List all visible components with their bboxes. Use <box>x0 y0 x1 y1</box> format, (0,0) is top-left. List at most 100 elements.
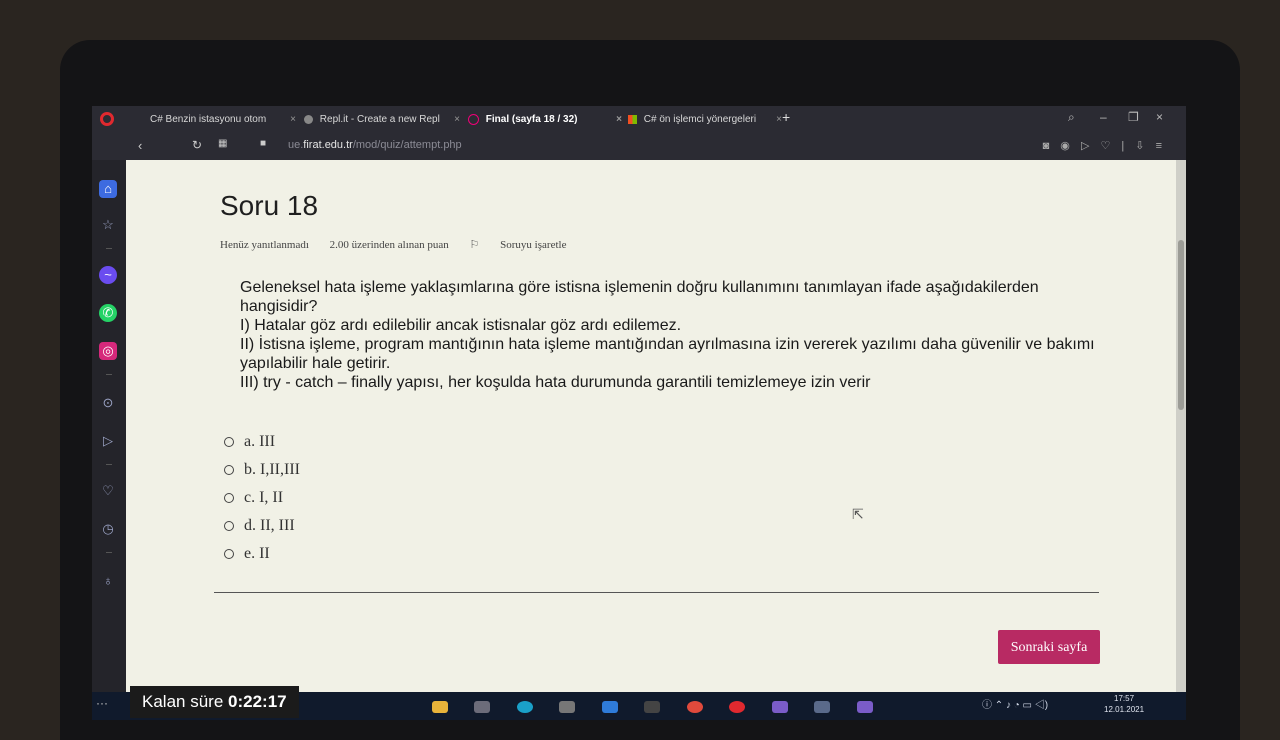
timer-value: 0:22:17 <box>228 692 287 711</box>
address-bar-icons[interactable]: ◙ ◉ ▷ ♡ | ⇩ ≡ <box>1043 139 1166 152</box>
app-icon[interactable] <box>644 701 661 713</box>
messenger-icon[interactable]: ~ <box>99 266 117 284</box>
answer-label: c. I, II <box>244 489 284 506</box>
quiz-page: Soru 18 Henüz yanıtlanmadı 2.00 üzerinde… <box>126 160 1186 692</box>
tab-bar: C# Benzin istasyonu otom × Repl.it - Cre… <box>92 106 1186 132</box>
system-tray[interactable]: ⓘ ⌃ ♪ ◔ ▭ ◁) <box>982 696 1048 711</box>
lock-icon: ■ <box>260 138 267 149</box>
url-path: /mod/quiz/attempt.php <box>352 139 462 151</box>
speed-dial-icon[interactable]: ▦ <box>218 138 227 149</box>
tab-replit[interactable]: Repl.it - Create a new Repl × <box>296 110 464 130</box>
app-icon[interactable] <box>474 701 491 713</box>
visual-studio-icon[interactable] <box>771 701 788 713</box>
store-icon[interactable] <box>559 701 576 713</box>
question-stem: Geleneksel hata işleme yaklaşımlarına gö… <box>240 279 1039 315</box>
radio-button[interactable] <box>224 493 234 503</box>
sidebar-divider <box>106 552 112 553</box>
next-page-button[interactable]: Sonraki sayfa <box>998 630 1100 664</box>
home-icon[interactable]: ⌂ <box>99 180 117 198</box>
bookmarks-icon[interactable]: ☆ <box>99 216 117 234</box>
network-icon[interactable]: ◔ <box>1014 700 1020 711</box>
lightbulb-icon[interactable]: ♁ <box>99 572 117 590</box>
url-prefix: ue. <box>288 139 304 151</box>
timer-label: Kalan süre <box>142 692 224 711</box>
question-points: 2.00 üzerinden alınan puan <box>329 239 449 251</box>
tab-label: C# ön işlemci yönergeleri <box>643 114 757 125</box>
answer-list: a. III b. I,II,III c. I, II d. II, III e… <box>224 428 300 568</box>
question-text: Geleneksel hata işleme yaklaşımlarına gö… <box>240 278 1100 392</box>
answer-label: b. I,II,III <box>244 461 300 478</box>
microsoft-icon <box>628 114 637 124</box>
statement-3: III) try - catch – finally yapısı, her k… <box>240 374 871 391</box>
radio-button[interactable] <box>224 521 234 531</box>
edge-icon[interactable] <box>516 701 533 713</box>
flow-icon[interactable]: ▷ <box>99 432 117 450</box>
sidebar-divider <box>106 374 112 375</box>
scrollbar-thumb[interactable] <box>1178 240 1184 410</box>
question-title: Soru 18 <box>220 190 319 221</box>
time-remaining: Kalan süre 0:22:17 <box>130 686 299 718</box>
back-icon[interactable]: ‹ <box>138 138 142 153</box>
new-tab-button[interactable]: + <box>782 109 790 125</box>
flag-icon: ⚐ <box>469 239 480 251</box>
scrollbar[interactable] <box>1176 160 1186 692</box>
chrome-icon[interactable] <box>686 701 703 713</box>
answer-label: e. II <box>244 545 270 562</box>
whatsapp-icon[interactable]: ✆ <box>99 304 117 322</box>
search-icon[interactable]: ⌕ <box>1068 110 1075 125</box>
answer-option[interactable]: e. II <box>224 540 300 568</box>
more-icon[interactable]: ··· <box>96 696 108 710</box>
radio-button[interactable] <box>224 465 234 475</box>
flag-question-link[interactable]: ⚐ Soruyu işaretle <box>470 239 585 251</box>
restore-icon[interactable]: ❐ <box>1128 110 1139 124</box>
clock-date: 12.01.2021 <box>1104 705 1145 714</box>
clock[interactable]: 17:57 12.01.2021 <box>1104 693 1144 715</box>
clock-time: 17:57 <box>1114 694 1135 703</box>
opera-taskbar-icon[interactable] <box>729 701 746 713</box>
history-icon[interactable]: ◷ <box>99 520 117 538</box>
minimize-icon[interactable]: – <box>1100 110 1107 124</box>
address-bar: ‹ ↻ ▦ ■ ue.firat.edu.tr/mod/quiz/attempt… <box>92 132 1186 160</box>
sidebar-divider <box>106 464 112 465</box>
tab-csharp[interactable]: C# ön işlemci yönergeleri × <box>620 110 786 130</box>
volume-icon[interactable]: ◁) <box>1035 700 1048 711</box>
tab-final[interactable]: Final (sayfa 18 / 32) × <box>460 110 626 130</box>
divider <box>214 592 1099 593</box>
file-explorer-icon[interactable] <box>432 701 448 713</box>
sidebar: ⌂ ☆ ~ ✆ ◎ ⊙ ▷ ♡ ◷ ♁ <box>92 160 126 720</box>
statement-1: I) Hatalar göz ardı edilebilir ancak ist… <box>240 317 682 334</box>
answer-option[interactable]: a. III <box>224 428 300 456</box>
taskbar-apps <box>432 700 895 718</box>
opera-logo-icon[interactable] <box>100 112 114 126</box>
player-icon[interactable]: ⊙ <box>99 394 117 412</box>
instagram-icon[interactable]: ◎ <box>99 342 117 360</box>
mail-icon[interactable] <box>601 701 618 713</box>
heart-icon[interactable]: ♡ <box>99 482 117 500</box>
answer-option[interactable]: d. II, III <box>224 512 300 540</box>
tab-label: C# Benzin istasyonu otom <box>150 114 267 125</box>
screen: C# Benzin istasyonu otom × Repl.it - Cre… <box>92 106 1186 720</box>
visual-studio-icon[interactable] <box>856 701 873 713</box>
app-icon[interactable] <box>814 701 831 713</box>
replit-icon <box>304 114 313 124</box>
statement-2: II) İstisna işleme, program mantığının h… <box>240 336 1095 372</box>
tab-label: Final (sayfa 18 / 32) <box>485 114 578 125</box>
mouse-cursor-icon: ⇱ <box>852 506 864 522</box>
radio-button[interactable] <box>224 437 234 447</box>
url-field[interactable]: ue.firat.edu.tr/mod/quiz/attempt.php <box>288 139 462 151</box>
url-domain: firat.edu.tr <box>303 139 353 151</box>
battery-icon[interactable]: ▭ <box>1023 700 1032 711</box>
answer-option[interactable]: c. I, II <box>224 484 300 512</box>
reload-icon[interactable]: ↻ <box>192 138 202 152</box>
question-status: Henüz yanıtlanmadı <box>220 239 309 251</box>
moodle-icon <box>468 113 479 125</box>
answer-label: d. II, III <box>244 517 295 534</box>
mic-icon[interactable]: ♪ <box>1006 700 1011 711</box>
flag-label: Soruyu işaretle <box>500 239 567 251</box>
radio-button[interactable] <box>224 549 234 559</box>
close-window-icon[interactable]: × <box>1156 110 1163 124</box>
answer-label: a. III <box>244 433 276 450</box>
tab-benzin[interactable]: C# Benzin istasyonu otom × <box>142 110 300 130</box>
help-icon[interactable]: ⓘ <box>982 700 992 711</box>
answer-option[interactable]: b. I,II,III <box>224 456 300 484</box>
